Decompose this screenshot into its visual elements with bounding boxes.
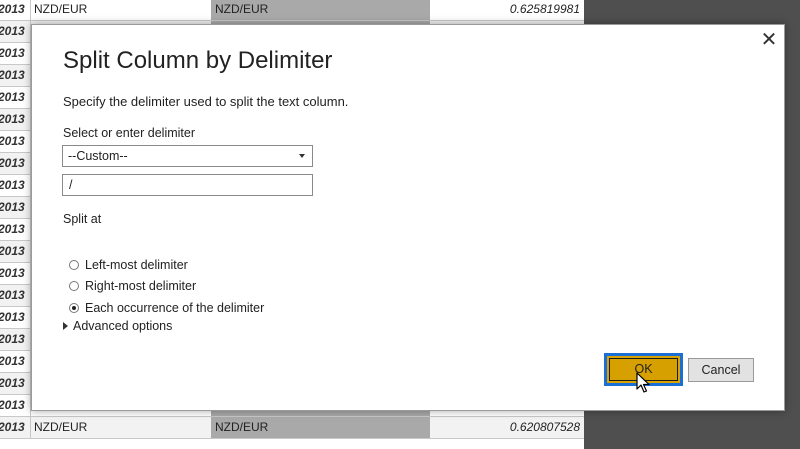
close-icon[interactable]: ✕	[758, 29, 780, 51]
dialog-title: Split Column by Delimiter	[63, 47, 333, 74]
cell-year: 2013	[0, 263, 31, 284]
delimiter-label: Select or enter delimiter	[63, 126, 196, 140]
table-row: 2013 NZD/EUR NZD/EUR 0.620807528	[0, 417, 584, 439]
cell-year: 2013	[0, 153, 31, 174]
cell-year: 2013	[0, 285, 31, 306]
radio-label: Left-most delimiter	[85, 258, 188, 272]
cell-year: 2013	[0, 43, 31, 64]
cell-year: 2013	[0, 329, 31, 350]
radio-label: Right-most delimiter	[85, 279, 197, 293]
cell-year: 2013	[0, 351, 31, 372]
cell-year: 2013	[0, 395, 31, 416]
cell-year: 2013	[0, 21, 31, 42]
radio-button-icon	[69, 260, 79, 270]
cell-year: 2013	[0, 307, 31, 328]
chevron-down-icon	[299, 154, 305, 158]
cancel-button[interactable]: Cancel	[688, 358, 754, 382]
custom-delimiter-input[interactable]	[62, 174, 313, 196]
cell-year: 2013	[0, 175, 31, 196]
cell-year: 2013	[0, 109, 31, 130]
expand-triangle-icon	[63, 322, 68, 330]
delimiter-select-value: --Custom--	[68, 149, 128, 163]
dialog-description: Specify the delimiter used to split the …	[63, 94, 349, 109]
cell-rate: 0.625819981	[509, 2, 580, 16]
cell-year: 2013	[0, 417, 31, 438]
mouse-pointer-icon	[636, 372, 650, 393]
delimiter-select[interactable]: --Custom--	[62, 145, 313, 167]
radio-button-icon	[69, 281, 79, 291]
advanced-options-label: Advanced options	[73, 319, 173, 333]
cell-year: 2013	[0, 0, 31, 20]
cell-currency-pair-copy: NZD/EUR	[211, 0, 430, 20]
table-row: 2013 NZD/EUR NZD/EUR 0.625819981	[0, 0, 584, 21]
cell-year: 2013	[0, 241, 31, 262]
cell-currency-pair: NZD/EUR	[34, 2, 88, 16]
cell-year: 2013	[0, 65, 31, 86]
cell-currency-pair: NZD/EUR	[34, 420, 88, 434]
split-column-dialog: ✕ Split Column by Delimiter Specify the …	[31, 24, 785, 411]
cell-currency-pair-copy: NZD/EUR	[211, 417, 430, 438]
cell-year: 2013	[0, 373, 31, 394]
cell-year: 2013	[0, 87, 31, 108]
cell-year: 2013	[0, 197, 31, 218]
radio-button-selected-icon	[69, 303, 79, 313]
cell-year: 2013	[0, 131, 31, 152]
cell-year: 2013	[0, 219, 31, 240]
radio-label: Each occurrence of the delimiter	[85, 301, 265, 315]
cell-rate: 0.620807528	[509, 420, 580, 434]
split-at-label: Split at	[63, 212, 102, 226]
